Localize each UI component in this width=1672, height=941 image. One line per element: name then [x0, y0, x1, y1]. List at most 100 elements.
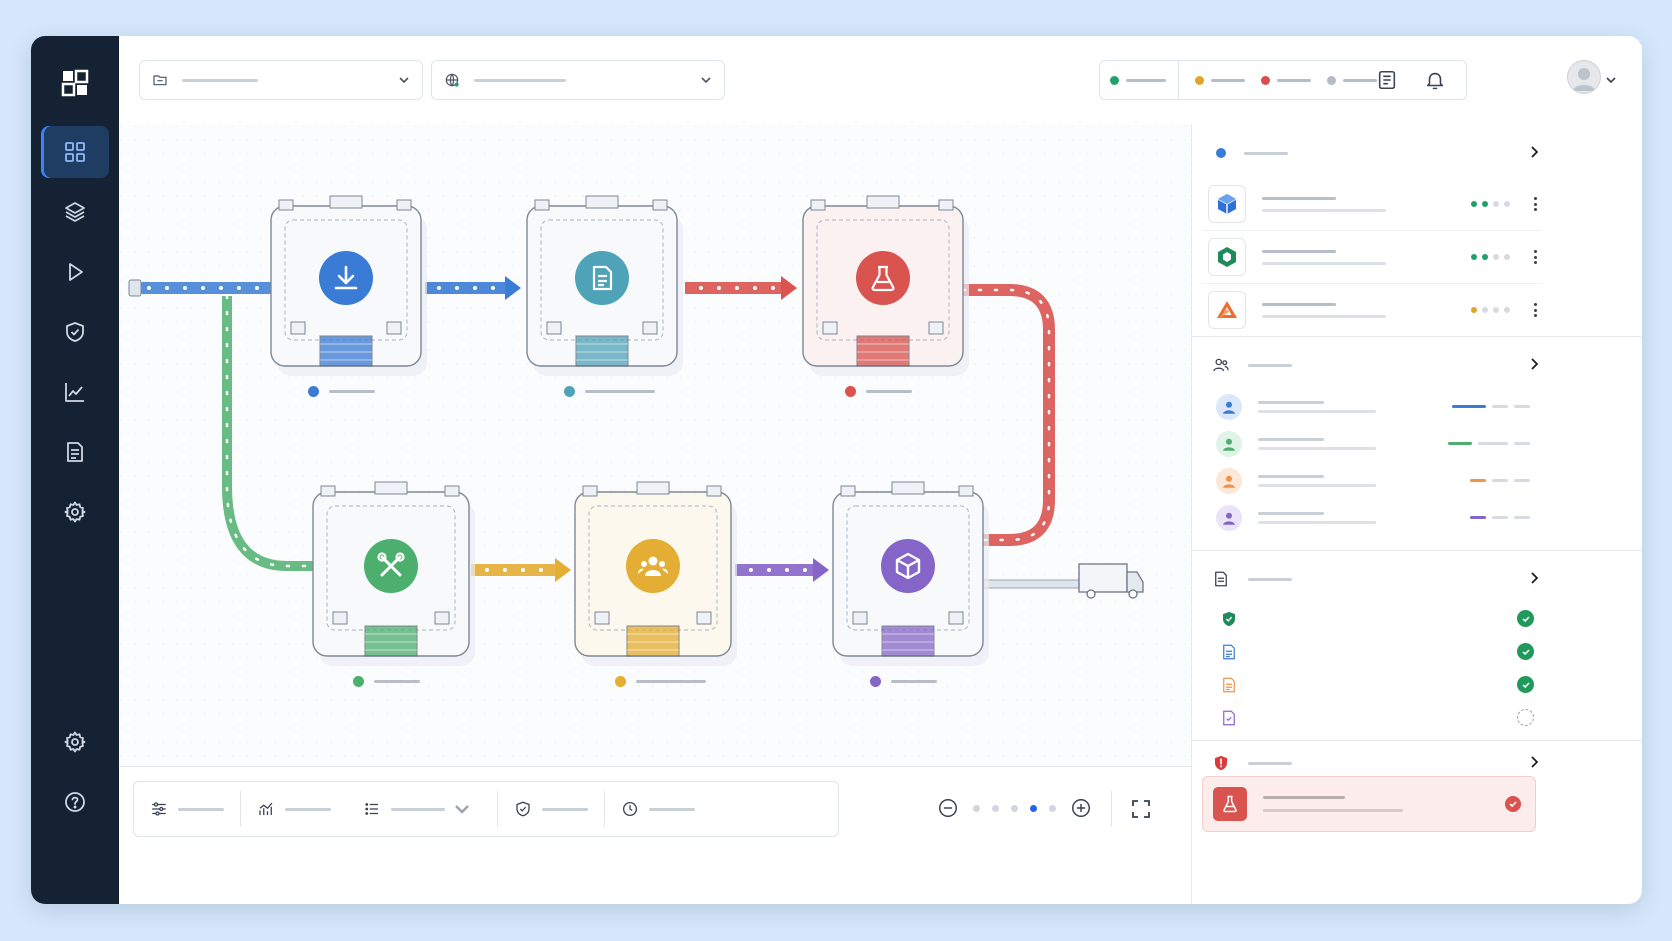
right-panel — [1191, 124, 1642, 904]
team-member-row[interactable] — [1202, 388, 1542, 425]
globe-icon — [445, 73, 459, 87]
clock-icon — [622, 801, 638, 817]
check-circle-icon[interactable] — [1517, 610, 1534, 627]
check-circle-icon[interactable] — [1505, 796, 1521, 812]
station-team[interactable] — [574, 481, 737, 666]
placeholder-bar — [1262, 314, 1386, 318]
zoom-level-dot[interactable] — [1011, 804, 1018, 812]
status-legend-item[interactable] — [1195, 75, 1245, 85]
fullscreen-button[interactable] — [1129, 797, 1153, 821]
zoom-out-icon[interactable] — [937, 797, 959, 819]
sidebar-item-dashboard[interactable] — [41, 126, 109, 178]
users-icon — [1213, 358, 1229, 372]
status-legend-item[interactable] — [1110, 75, 1166, 85]
team-section-header[interactable] — [1212, 350, 1542, 380]
docs-section-header[interactable] — [1212, 564, 1542, 594]
compliance-tool[interactable] — [498, 782, 604, 836]
project-dropdown[interactable] — [139, 60, 423, 100]
check-circle-icon[interactable] — [1517, 643, 1534, 660]
placeholder-bar — [1248, 761, 1292, 765]
service-row[interactable] — [1202, 178, 1542, 231]
document-row[interactable] — [1202, 635, 1542, 668]
chevron-right-icon — [1531, 358, 1539, 370]
placeholder-bar — [1256, 716, 1408, 719]
expand-icon — [1132, 800, 1150, 818]
sidebar-item-layers[interactable] — [41, 186, 109, 238]
section-divider — [1192, 336, 1642, 337]
history-tool[interactable] — [605, 782, 711, 836]
alerts-section-header[interactable] — [1212, 748, 1542, 778]
more-options-icon[interactable] — [1528, 248, 1542, 266]
placeholder-bar — [1258, 400, 1324, 404]
separator — [1178, 60, 1179, 100]
pipeline-diagram — [119, 124, 1191, 766]
user-avatar[interactable] — [1567, 60, 1601, 94]
progress-dots — [1466, 307, 1510, 313]
station-package[interactable] — [832, 481, 989, 666]
more-options-icon[interactable] — [1528, 301, 1542, 319]
placeholder-bar — [636, 680, 706, 683]
top-bar — [119, 36, 1642, 125]
services-section-header[interactable] — [1212, 138, 1542, 168]
zoom-level-dot[interactable] — [992, 804, 999, 812]
more-options-icon[interactable] — [1528, 195, 1542, 213]
check-circle-icon[interactable] — [1517, 676, 1534, 693]
placeholder-bar — [1262, 302, 1336, 306]
document-row[interactable] — [1202, 701, 1542, 734]
document-row[interactable] — [1202, 602, 1542, 635]
report-button[interactable] — [1373, 66, 1401, 94]
placeholder-bar — [1263, 796, 1345, 799]
document-row[interactable] — [1202, 668, 1542, 701]
pending-circle-icon[interactable] — [1517, 709, 1534, 726]
sidebar-item-shield[interactable] — [41, 306, 109, 358]
user-menu-chevron[interactable] — [1603, 66, 1619, 94]
list-tool[interactable] — [347, 782, 497, 836]
sidebar-item-settings-bottom[interactable] — [41, 716, 109, 768]
notifications-button[interactable] — [1421, 66, 1449, 94]
placeholder-bar — [1262, 249, 1336, 253]
sidebar-item-settings[interactable] — [41, 486, 109, 538]
station-lab[interactable] — [802, 195, 969, 376]
zoom-level-dot[interactable] — [1030, 804, 1037, 812]
app-window — [31, 36, 1642, 904]
station-document[interactable] — [526, 195, 683, 376]
placeholder-bar — [374, 680, 420, 683]
avatar — [1216, 430, 1242, 457]
service-row[interactable] — [1202, 284, 1542, 337]
trends-tool[interactable] — [241, 782, 347, 836]
sidebar-item-help[interactable] — [41, 776, 109, 828]
zoom-control — [937, 797, 1092, 819]
status-legend-item[interactable] — [1327, 75, 1377, 85]
placeholder-bar — [542, 807, 588, 811]
placeholder-bar — [1248, 577, 1292, 581]
zoom-level-dot[interactable] — [1049, 804, 1056, 812]
filters-tool[interactable] — [134, 782, 240, 836]
zoom-in-icon[interactable] — [1070, 797, 1092, 819]
placeholder-bar — [1258, 483, 1376, 487]
status-dot — [1110, 75, 1119, 85]
pipeline-canvas[interactable] — [119, 124, 1191, 766]
line-chart-icon — [65, 383, 84, 402]
alert-card[interactable] — [1202, 776, 1536, 832]
station-label-lab — [845, 386, 912, 397]
sidebar-item-play[interactable] — [41, 246, 109, 298]
sidebar-item-analytics[interactable] — [41, 366, 109, 418]
tool-group — [133, 781, 839, 837]
station-ingest[interactable] — [270, 195, 427, 376]
team-member-row[interactable] — [1202, 462, 1542, 499]
station-tools[interactable] — [312, 481, 475, 666]
conveyor-output — [982, 579, 1084, 589]
zoom-level-dot[interactable] — [973, 804, 980, 812]
service-row[interactable] — [1202, 231, 1542, 284]
sidebar-item-reports[interactable] — [41, 426, 109, 478]
status-legend-item[interactable] — [1261, 75, 1311, 85]
team-member-row[interactable] — [1202, 499, 1542, 536]
station-label-package — [870, 676, 937, 687]
region-dropdown[interactable] — [431, 60, 725, 100]
placeholder-bar — [1262, 261, 1386, 265]
team-member-row[interactable] — [1202, 425, 1542, 462]
status-dot — [615, 676, 626, 687]
section-divider — [1192, 740, 1642, 741]
section-divider — [1192, 550, 1642, 551]
activity-bars — [1464, 479, 1530, 482]
